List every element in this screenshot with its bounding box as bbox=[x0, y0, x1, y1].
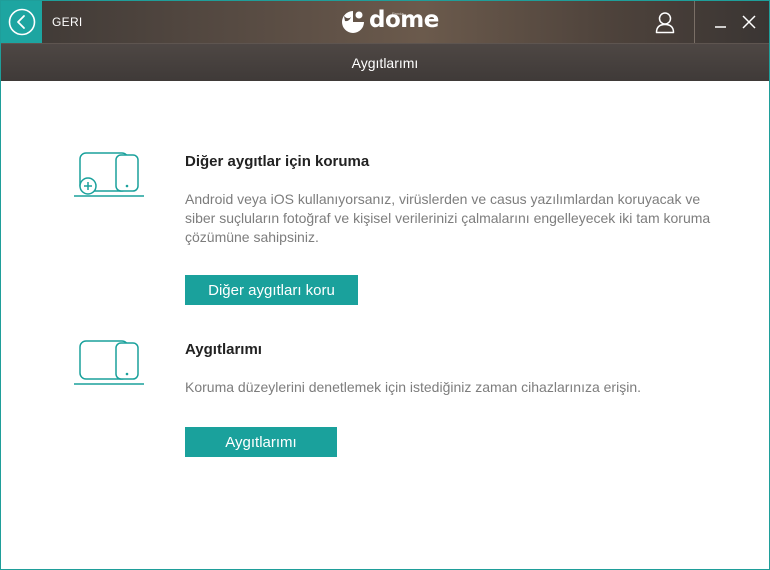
section-title: Diğer aygıtlar için koruma bbox=[185, 153, 370, 170]
logo-text: dome bbox=[369, 7, 439, 33]
page-title: Aygıtlarımı bbox=[351, 55, 419, 71]
devices-icon bbox=[74, 340, 144, 385]
minimize-button[interactable] bbox=[710, 13, 730, 33]
close-icon bbox=[742, 15, 756, 29]
page-header: Aygıtlarımı bbox=[1, 43, 769, 81]
user-icon bbox=[655, 12, 675, 34]
my-devices-button[interactable]: Aygıtlarımı bbox=[185, 427, 337, 457]
back-arrow-icon bbox=[8, 8, 35, 36]
protect-other-devices-button[interactable]: Diğer aygıtları koru bbox=[185, 275, 358, 305]
user-account-button[interactable] bbox=[652, 10, 678, 36]
title-bar: GERI Panda dome bbox=[1, 1, 769, 43]
section-description: Android veya iOS kullanıyorsanız, virüsl… bbox=[185, 191, 711, 245]
minimize-icon bbox=[715, 26, 726, 28]
section-title: Aygıtlarımı bbox=[185, 341, 262, 358]
add-device-icon bbox=[74, 152, 144, 197]
section-description: Koruma düzeylerini denetlemek için isted… bbox=[185, 379, 641, 395]
back-button[interactable] bbox=[1, 1, 42, 43]
dome-logo: Panda dome bbox=[339, 7, 439, 36]
panda-logo-icon bbox=[342, 11, 364, 33]
close-button[interactable] bbox=[739, 13, 759, 33]
back-label[interactable]: GERI bbox=[52, 15, 83, 29]
app-window: GERI Panda dome Aygıtlarımı Diğer aygıtl… bbox=[0, 0, 770, 570]
titlebar-divider bbox=[694, 1, 695, 43]
